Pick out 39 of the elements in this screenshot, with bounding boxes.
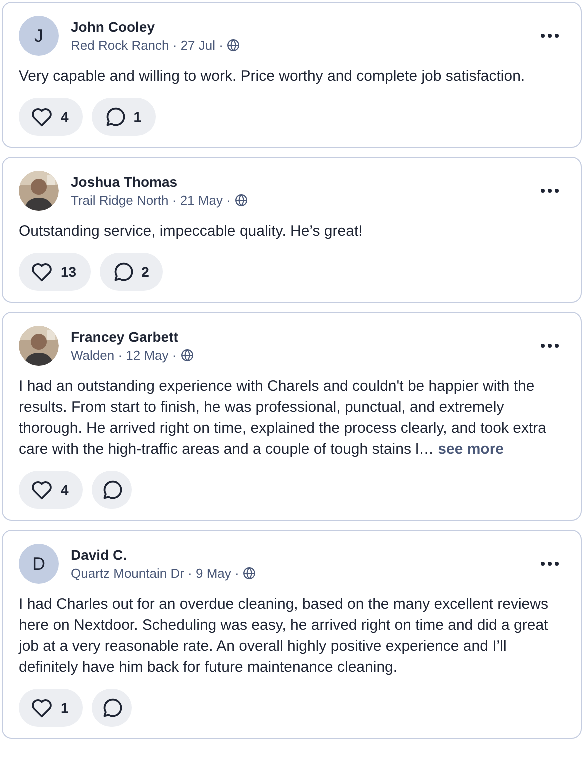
review-text: I had an outstanding experience with Charels and couldn't be happier with the results. From start to finish, he was professional, punctual, and extremely thorough. He arrived right on time, explained the process clearly, and took extra care with the high-traffic areas and a couple of tough stains l… see more xyxy=(19,377,548,460)
heart-icon xyxy=(31,698,53,718)
post-meta: Red Rock Ranch · 27 Jul · xyxy=(71,38,224,53)
post-meta: Quartz Mountain Dr · 9 May · xyxy=(71,566,240,581)
author-name: David C. xyxy=(71,547,128,563)
like-button[interactable]: 4 xyxy=(19,98,83,136)
avatar: D xyxy=(19,544,59,584)
review-text: Very capable and willing to work. Price worthy and complete job satisfaction. xyxy=(19,67,526,87)
heart-icon xyxy=(31,480,53,500)
like-button[interactable]: 13 xyxy=(19,253,91,291)
more-icon xyxy=(541,34,559,38)
heart-icon xyxy=(31,262,53,282)
more-icon xyxy=(541,562,559,566)
comment-icon xyxy=(100,697,123,719)
review-text: Outstanding service, impeccable quality. He’s great! xyxy=(19,222,364,242)
comment-button[interactable]: 2 xyxy=(100,253,164,291)
post-meta: Walden · 12 May · xyxy=(71,348,177,363)
comment-icon xyxy=(104,106,126,128)
see-more-link[interactable]: see more xyxy=(438,441,504,458)
more-icon xyxy=(541,344,559,348)
comment-button[interactable] xyxy=(92,689,132,727)
author-name: Francey Garbett xyxy=(71,329,180,345)
comment-button[interactable] xyxy=(92,471,132,509)
like-button[interactable]: 1 xyxy=(19,689,83,727)
review-text: I had Charles out for an overdue cleaning, based on the many excellent reviews here on Nextdoor. Scheduling was easy, he arrived right on time and did a great job at a very reasonable rate. An overall highly positive experience and I’ll definitely have him back for future maintenance cleaning. xyxy=(19,595,550,678)
avatar: J xyxy=(19,16,59,56)
globe-icon xyxy=(180,349,194,362)
comment-button[interactable]: 1 xyxy=(92,98,156,136)
globe-icon xyxy=(234,194,248,207)
author-name: John Cooley xyxy=(71,19,156,35)
comment-icon xyxy=(100,479,123,501)
post-meta: Trail Ridge North · 21 May · xyxy=(71,193,231,208)
more-icon xyxy=(541,189,559,193)
heart-icon xyxy=(31,107,53,127)
like-button[interactable]: 4 xyxy=(19,471,83,509)
globe-icon xyxy=(227,39,240,52)
globe-icon xyxy=(243,567,256,580)
author-name: Joshua Thomas xyxy=(71,174,179,190)
comment-icon xyxy=(112,261,134,283)
